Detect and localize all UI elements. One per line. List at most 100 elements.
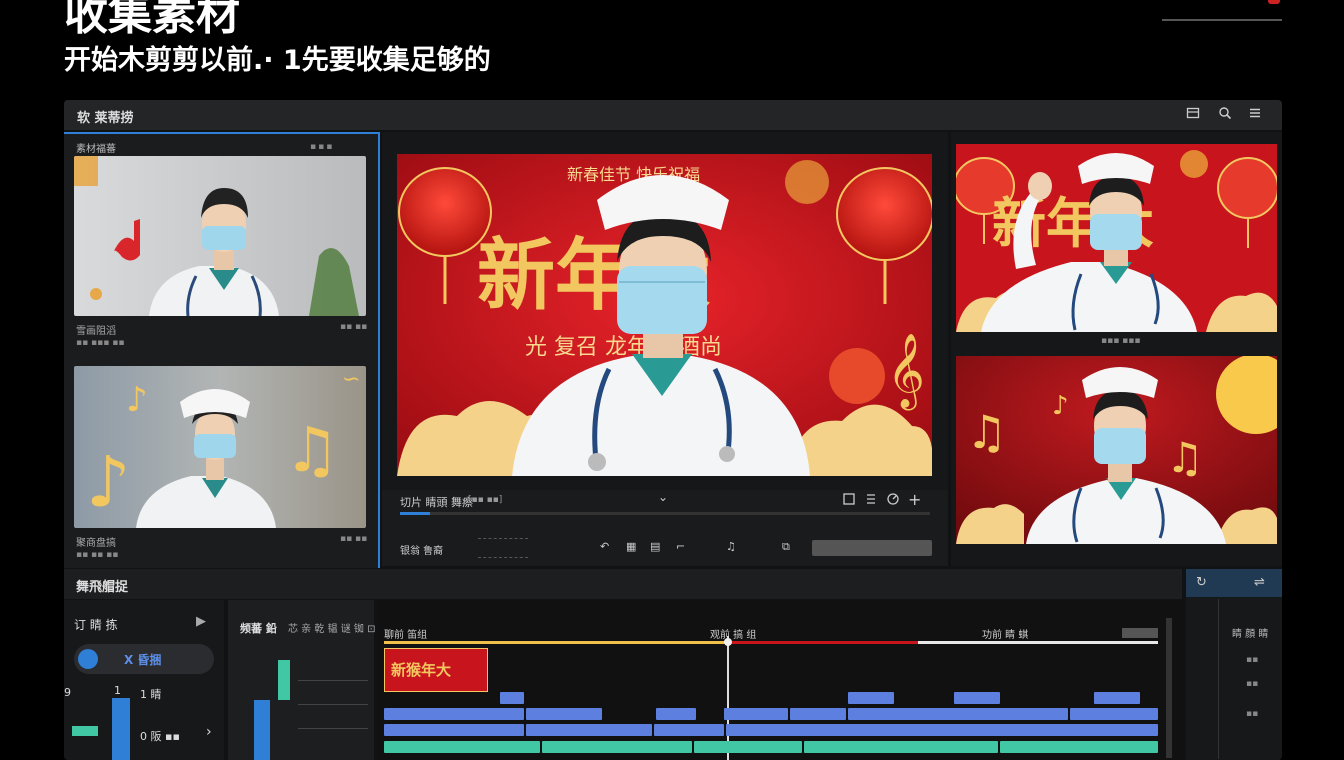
tracks-title: 订 睛 拣 — [74, 618, 118, 632]
track-bar[interactable] — [724, 708, 788, 720]
control-label: 银翁 鲁裔 — [400, 546, 444, 557]
expand-icon[interactable]: › — [206, 724, 212, 740]
media-thumb-1[interactable] — [74, 156, 366, 316]
side-tab-icon[interactable]: ↻ — [1196, 575, 1207, 590]
preview-scrubber[interactable] — [400, 512, 930, 515]
track-line-white — [918, 641, 1158, 644]
frame-icon[interactable]: ⌐ — [676, 540, 685, 553]
side-label-4: ▪▪ — [1246, 709, 1259, 719]
adjust-icon[interactable]: ⇌ — [1254, 575, 1265, 590]
track-bar[interactable] — [656, 708, 696, 720]
track-bar[interactable] — [526, 724, 652, 736]
timeline-scrollbar[interactable] — [1166, 618, 1172, 758]
track-bar[interactable] — [526, 708, 602, 720]
title-bar: 软 莱蒂捞 — [64, 100, 1282, 130]
layer-line-1 — [298, 680, 368, 681]
crop-icon[interactable] — [842, 492, 856, 509]
grid-icon[interactable]: ▦ — [626, 540, 636, 553]
speed-icon[interactable] — [886, 492, 900, 509]
track-selector[interactable]: X 昏捆 — [74, 644, 214, 674]
preview-video[interactable]: 𝄞 新春佳节 快乐祝福 新年大 光 复召 龙年 喜酒尚 — [397, 154, 932, 476]
copy-icon[interactable]: ⧉ — [782, 540, 790, 554]
preview-toggle-bar[interactable] — [812, 540, 932, 556]
ruler-label-2: 观前 搞 组 — [710, 630, 757, 641]
side-label-2: ▪▪ — [1246, 655, 1259, 665]
svg-text:𝄞: 𝄞 — [887, 334, 925, 411]
track-bar[interactable] — [726, 724, 1158, 736]
track-num-2: 1 — [114, 684, 121, 697]
media-thumb-1-label: 雪画阻滔 — [76, 326, 116, 337]
menu-icon[interactable] — [1246, 106, 1264, 124]
layer-line-2 — [298, 704, 368, 705]
preview-dropdown[interactable]: ⌄ — [658, 490, 668, 504]
timeline-clip-text: 新猴年大 — [391, 661, 452, 679]
timeline-title: 舞飛艒捉 — [76, 580, 129, 595]
page-subtitle: 开始木剪剪以前.· 1先要收集足够的 — [64, 45, 491, 76]
add-icon[interactable]: + — [908, 490, 921, 509]
track-bar[interactable] — [654, 724, 724, 736]
side-label-1: 睛 顔 睛 — [1232, 629, 1269, 640]
svg-text:♪: ♪ — [1052, 391, 1069, 421]
svg-text:♪: ♪ — [86, 441, 131, 523]
effect-thumb-1[interactable]: 新年大 — [956, 144, 1277, 332]
svg-text:♪: ♪ — [126, 380, 148, 420]
track-bar[interactable] — [1094, 692, 1140, 704]
level-indicator — [72, 726, 98, 736]
timeline-clip[interactable]: 新猴年大 — [384, 648, 488, 692]
track-selector-label: X 昏捆 — [124, 653, 162, 667]
track-num-1: 9 — [64, 686, 71, 699]
undo-icon[interactable]: ↶ — [600, 540, 609, 553]
timeline-tracks-panel: 订 睛 拣 ▶ X 昏捆 9 1 1 睛 0 阪 ▪▪ › — [64, 600, 224, 760]
waveform-strip — [478, 538, 528, 558]
media-thumb-1-meta: ▪▪ ▪▪ — [340, 322, 368, 332]
track-bar[interactable] — [384, 708, 524, 720]
layers-icon[interactable]: ▤ — [650, 540, 660, 553]
audio-bar[interactable] — [804, 741, 998, 753]
clip-tag: [▪▪ ▪▪] — [468, 495, 503, 505]
header-divider — [1162, 19, 1282, 21]
effect-thumb-2[interactable]: ♫ ♪ ♫ — [956, 356, 1277, 544]
audio-bar[interactable] — [384, 741, 540, 753]
preview-controls: 切片 睛頭 舞瘵 [▪▪ ▪▪] ⌄ + 银翁 鲁裔 ↶ ▦ ▤ ⌐ ♫ ⧉ — [382, 490, 948, 566]
level-meter — [112, 698, 130, 760]
media-thumb-2[interactable]: ♪ ♪ ♫ ∽ — [74, 366, 366, 528]
track-bar[interactable] — [1070, 708, 1158, 720]
svg-text:♫: ♫ — [1166, 433, 1204, 482]
split-icon[interactable] — [864, 492, 878, 509]
audio-bar[interactable] — [542, 741, 692, 753]
effects-panel: 新年大 ▪▪▪ ▪▪▪ ♫ ♪ ♫ — [951, 132, 1282, 566]
layer-bar-blue — [254, 700, 270, 760]
app-title: 软 莱蒂捞 — [77, 111, 134, 126]
panel-options[interactable]: ▪▪▪ — [310, 142, 334, 152]
svg-text:♫: ♫ — [284, 413, 340, 486]
track-bar[interactable] — [848, 692, 894, 704]
timeline-main[interactable]: 聊前 笛组 观前 搞 组 功前 睛 蜞 新猴年大 — [378, 600, 1184, 760]
audio-bar[interactable] — [694, 741, 802, 753]
timeline-side-panel: ↻ ⇌ 睛 顔 睛 ▪▪ ▪▪ ▪▪ — [1186, 569, 1282, 760]
media-thumb-1-sub: ▪▪ ▪▪▪ ▪▪ — [76, 338, 125, 348]
layer-line-3 — [298, 728, 368, 729]
track-line-yellow — [384, 641, 728, 644]
play-icon[interactable]: ▶ — [196, 614, 206, 629]
timeline-layers-panel: 频蕃 鉛 芯 亲 乾 韫 谜 铷 ⊡ — [228, 600, 375, 760]
ruler-label-3: 功前 睛 蜞 — [982, 630, 1029, 641]
track-num-3: 1 睛 — [140, 688, 162, 701]
track-bar[interactable] — [384, 724, 524, 736]
track-bar[interactable] — [790, 708, 846, 720]
track-bar[interactable] — [848, 708, 1068, 720]
media-panel-title: 素材福蕃 — [76, 144, 116, 155]
track-bar[interactable] — [954, 692, 1000, 704]
track-bar[interactable] — [500, 692, 524, 704]
page-headline: 收集素材 — [64, 0, 240, 40]
effect-thumb-1-label: ▪▪▪ ▪▪▪ — [1101, 336, 1141, 346]
search-icon[interactable] — [1216, 106, 1234, 124]
audio-icon[interactable]: ♫ — [726, 540, 736, 553]
timeline-header: 舞飛艒捉 — [64, 569, 1182, 599]
preview-panel: 𝄞 新春佳节 快乐祝福 新年大 光 复召 龙年 喜酒尚 切片 睛頭 舞瘵 [▪▪… — [382, 132, 948, 566]
svg-text:∽: ∽ — [342, 367, 360, 392]
media-thumb-2-sub: ▪▪ ▪▪ ▪▪ — [76, 550, 119, 560]
playhead-handle[interactable] — [724, 638, 732, 646]
layout-icon[interactable] — [1184, 106, 1202, 124]
clip-name: 切片 睛頭 舞瘵 — [400, 496, 473, 509]
audio-bar[interactable] — [1000, 741, 1158, 753]
